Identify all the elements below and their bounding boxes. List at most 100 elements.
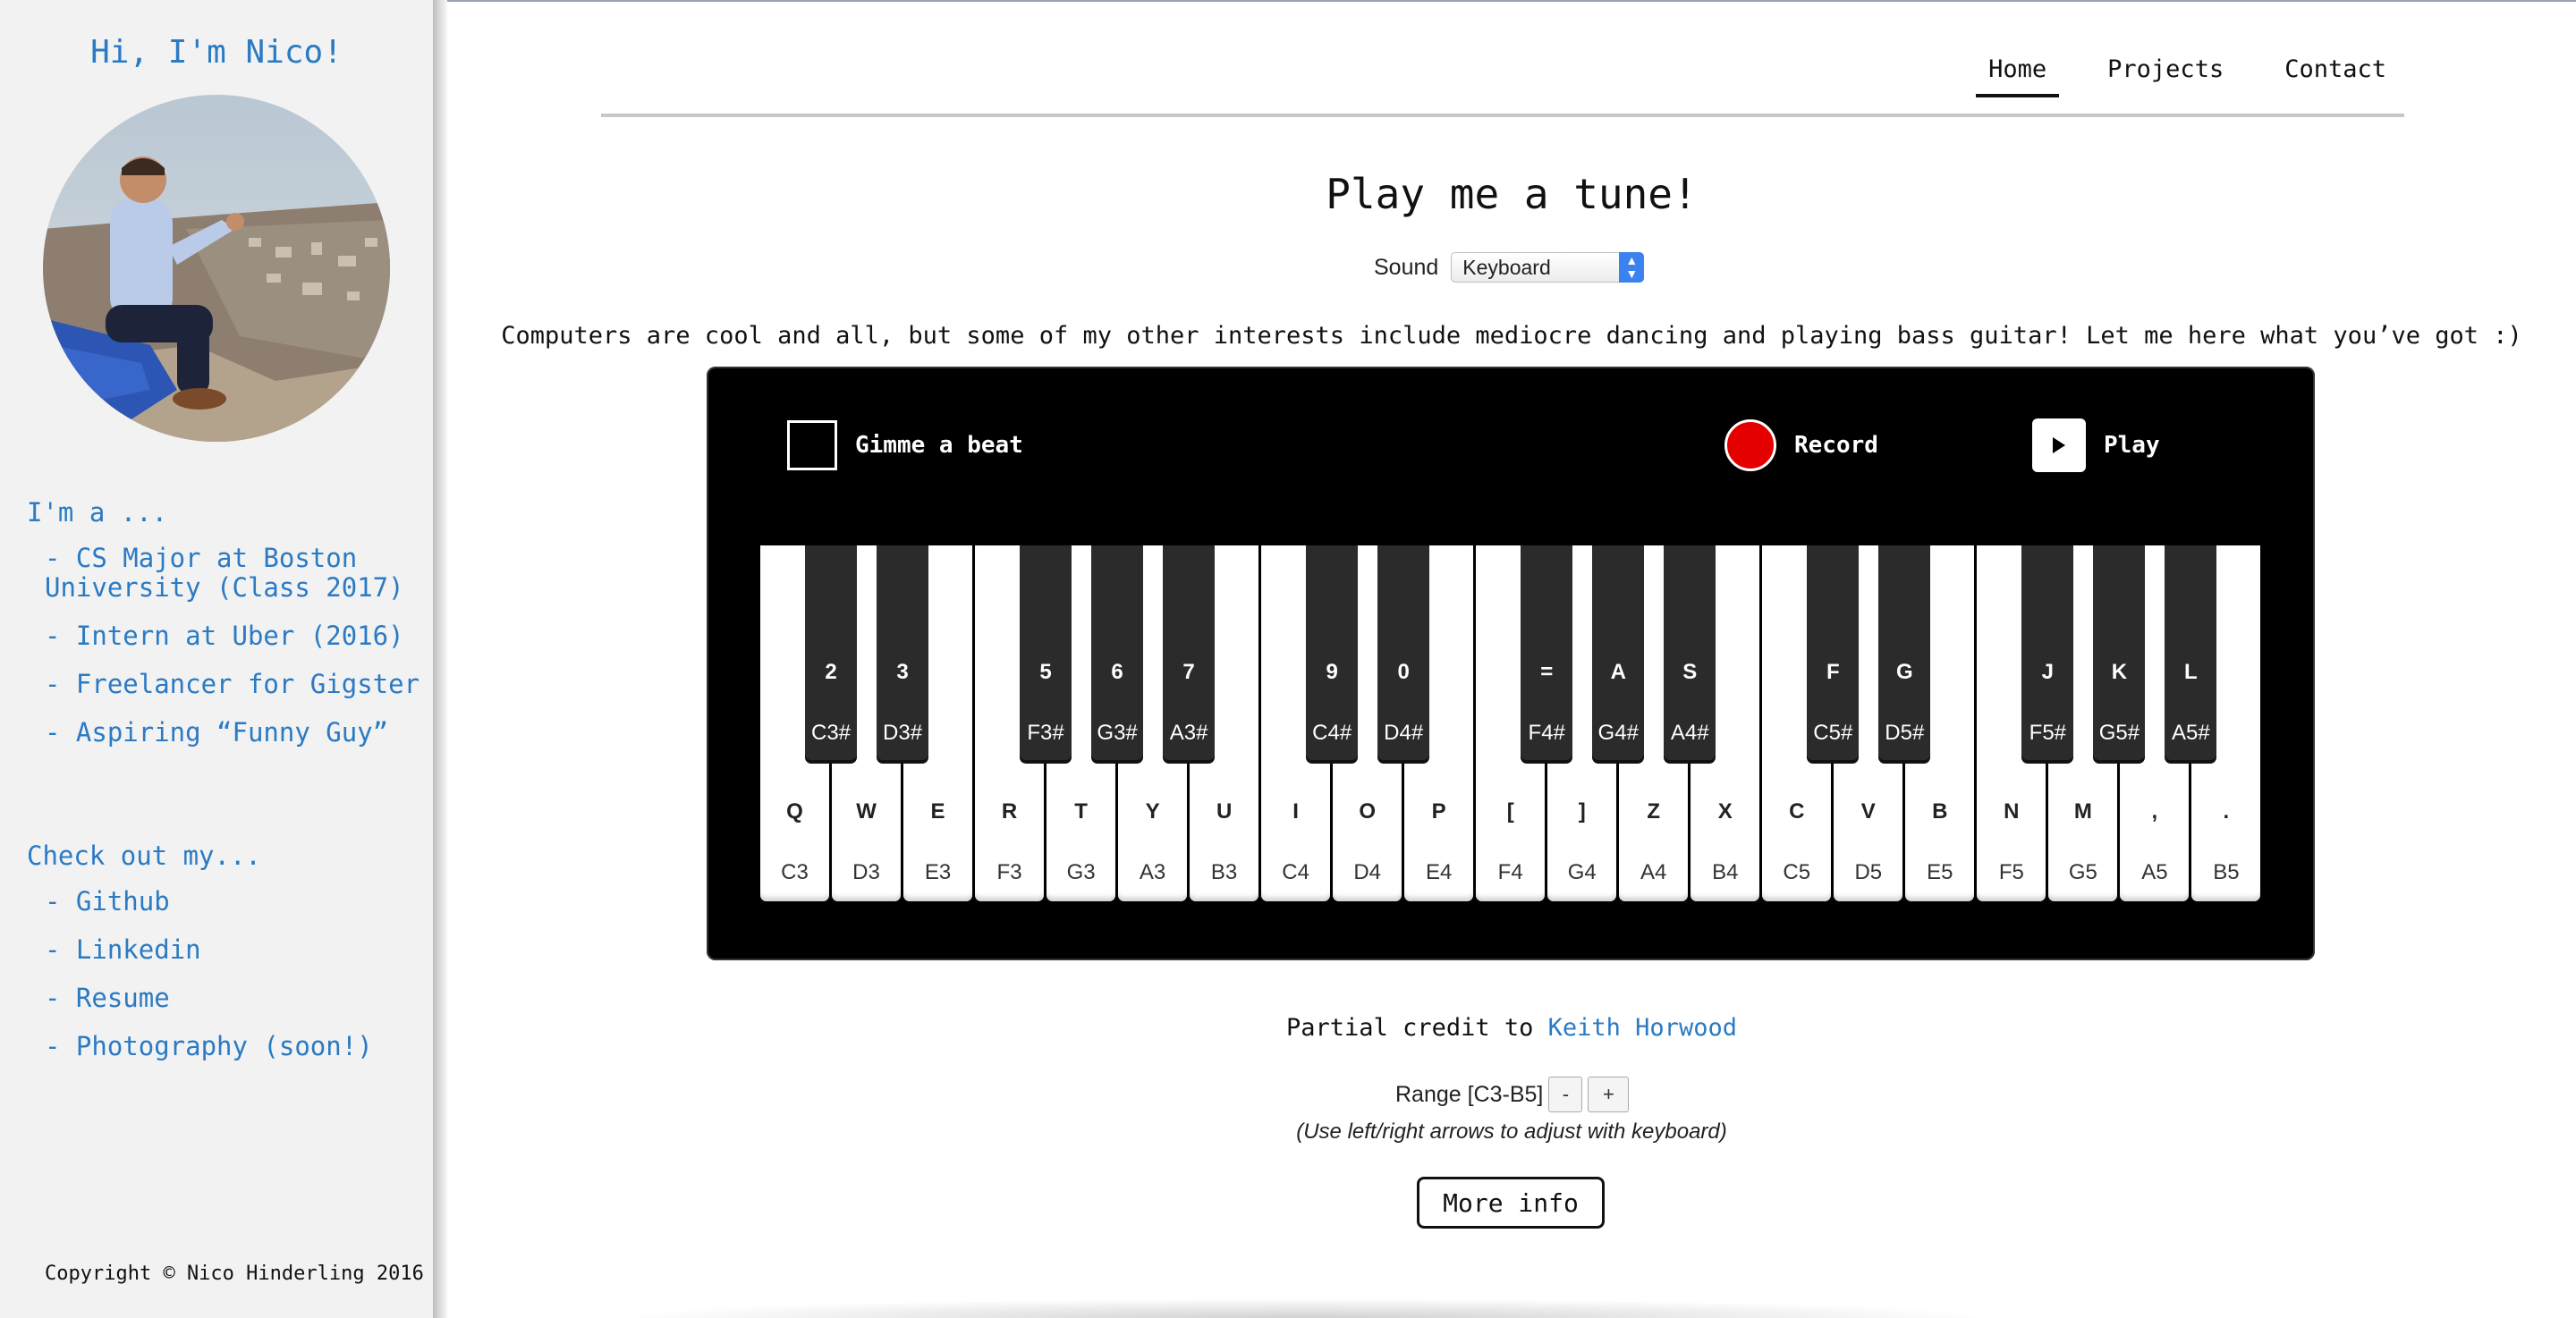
list-item: - Aspiring “Funny Guy” bbox=[45, 717, 389, 748]
play-control[interactable]: Play bbox=[2032, 418, 2160, 472]
note-label: A3# bbox=[1169, 721, 1208, 745]
piano-keyboard: Q C3 W D3 E E3 R F3 T G3 Y A3 U B3 I C4 O D4 P E4[F4] G4 Z A4 X… bbox=[760, 545, 2263, 901]
key-shortcut-label: 2 bbox=[825, 660, 837, 684]
sidebar: Hi, I'm Nico! I'm a ... - CS Major at Bo… bbox=[0, 0, 433, 1318]
black-key[interactable]: 5 F3# bbox=[1020, 545, 1072, 760]
note-label: C5 bbox=[1783, 860, 1811, 884]
key-shortcut-label: ] bbox=[1578, 799, 1586, 824]
note-label: A4# bbox=[1670, 721, 1709, 745]
black-key[interactable]: J F5# bbox=[2021, 545, 2074, 760]
more-info-button[interactable]: More info bbox=[1417, 1177, 1605, 1229]
black-key[interactable]: 0 D4# bbox=[1377, 545, 1430, 760]
beat-checkbox[interactable] bbox=[787, 420, 837, 470]
note-label: D3 bbox=[852, 860, 880, 884]
black-key[interactable]: G D5# bbox=[1878, 545, 1931, 760]
note-label: D5 bbox=[1854, 860, 1883, 884]
key-shortcut-label: C bbox=[1789, 799, 1805, 824]
key-shortcut-label: X bbox=[1717, 799, 1733, 824]
photography-link[interactable]: - Photography (soon!) bbox=[45, 1032, 420, 1061]
note-label: F5# bbox=[2029, 721, 2067, 745]
black-key[interactable]: F C5# bbox=[1807, 545, 1860, 760]
sound-row: Sound Keyboard ▲ ▼ bbox=[1374, 252, 1645, 283]
intro-text: Computers are cool and all, but some of … bbox=[501, 322, 2522, 350]
top-nav: Home Projects Contact bbox=[1976, 52, 2399, 97]
key-shortcut-label: I bbox=[1292, 799, 1299, 824]
nav-divider bbox=[601, 114, 2404, 117]
note-label: D3# bbox=[883, 721, 923, 745]
linkedin-link[interactable]: - Linkedin bbox=[45, 935, 420, 965]
piano-panel: Gimme a beat Record Play Q C3 W D3 E E3 R F3 T G3… bbox=[707, 367, 2315, 960]
range-minus-button[interactable]: - bbox=[1548, 1077, 1583, 1112]
avatar bbox=[43, 95, 390, 442]
range-plus-button[interactable]: + bbox=[1588, 1077, 1630, 1112]
note-label: C5# bbox=[1813, 721, 1853, 745]
black-key[interactable]: 3 D3# bbox=[877, 545, 929, 760]
select-arrows-icon: ▲ ▼ bbox=[1619, 252, 1645, 283]
note-label: G3 bbox=[1066, 860, 1096, 884]
key-shortcut-label: 7 bbox=[1182, 660, 1195, 684]
key-shortcut-label: Q bbox=[786, 799, 803, 824]
play-label: Play bbox=[2104, 432, 2160, 459]
black-key[interactable]: 7 A3# bbox=[1163, 545, 1216, 760]
note-label: E3 bbox=[924, 860, 952, 884]
note-label: A5 bbox=[2141, 860, 2168, 884]
nav-home[interactable]: Home bbox=[1976, 52, 2060, 97]
key-shortcut-label: A bbox=[1610, 660, 1626, 684]
note-label: E4 bbox=[1425, 860, 1453, 884]
note-label: B5 bbox=[2213, 860, 2240, 884]
record-label: Record bbox=[1794, 432, 1878, 459]
key-shortcut-label: Z bbox=[1647, 799, 1661, 824]
note-label: G4 bbox=[1567, 860, 1597, 884]
black-key[interactable]: S A4# bbox=[1664, 545, 1716, 760]
key-shortcut-label: M bbox=[2073, 799, 2092, 824]
avatar-photo bbox=[43, 95, 390, 442]
sound-select[interactable]: Keyboard ▲ ▼ bbox=[1451, 252, 1645, 283]
sound-label: Sound bbox=[1374, 254, 1439, 280]
key-shortcut-label: G bbox=[1895, 660, 1913, 684]
note-label: E5 bbox=[1927, 860, 1953, 884]
note-label: D5# bbox=[1885, 721, 1925, 745]
credit-link[interactable]: Keith Horwood bbox=[1548, 1014, 1737, 1042]
note-label: B4 bbox=[1712, 860, 1739, 884]
black-key[interactable]: A G4# bbox=[1592, 545, 1645, 760]
github-link[interactable]: - Github bbox=[45, 887, 420, 917]
check-out-list: - Github - Linkedin - Resume - Photograp… bbox=[45, 887, 420, 1080]
check-out-heading: Check out my... bbox=[27, 841, 261, 871]
key-shortcut-label: , bbox=[2151, 799, 2158, 824]
black-key[interactable]: K G5# bbox=[2093, 545, 2146, 760]
key-shortcut-label: P bbox=[1431, 799, 1446, 824]
note-label: G5 bbox=[2068, 860, 2097, 884]
black-key[interactable]: 2 C3# bbox=[805, 545, 858, 760]
resume-link[interactable]: - Resume bbox=[45, 984, 420, 1013]
black-key[interactable]: L A5# bbox=[2165, 545, 2217, 760]
play-icon[interactable] bbox=[2032, 418, 2086, 472]
key-shortcut-label: E bbox=[930, 799, 945, 824]
black-key[interactable]: 9 C4# bbox=[1306, 545, 1359, 760]
record-icon[interactable] bbox=[1724, 419, 1776, 471]
key-shortcut-label: B bbox=[1932, 799, 1948, 824]
key-shortcut-label: O bbox=[1359, 799, 1376, 824]
note-label: A3 bbox=[1139, 860, 1166, 884]
key-shortcut-label: . bbox=[2223, 799, 2230, 824]
beat-toggle[interactable]: Gimme a beat bbox=[787, 420, 1023, 470]
key-shortcut-label: V bbox=[1860, 799, 1876, 824]
range-label: Range [C3-B5] bbox=[1395, 1081, 1544, 1107]
black-key[interactable]: = F4# bbox=[1521, 545, 1573, 760]
key-shortcut-label: 9 bbox=[1326, 660, 1338, 684]
record-control[interactable]: Record bbox=[1724, 419, 1878, 471]
black-key[interactable]: 6 G3# bbox=[1091, 545, 1144, 760]
beat-label: Gimme a beat bbox=[855, 432, 1023, 459]
key-shortcut-label: 6 bbox=[1111, 660, 1123, 684]
nav-projects[interactable]: Projects bbox=[2095, 52, 2236, 97]
note-label: A5# bbox=[2172, 721, 2210, 745]
key-shortcut-label: T bbox=[1074, 799, 1088, 824]
nav-contact[interactable]: Contact bbox=[2272, 52, 2399, 97]
note-label: G5# bbox=[2098, 721, 2140, 745]
greeting-title: Hi, I'm Nico! bbox=[90, 34, 343, 71]
key-shortcut-label: N bbox=[2004, 799, 2020, 824]
note-label: C4# bbox=[1312, 721, 1352, 745]
note-label: C4 bbox=[1282, 860, 1309, 884]
note-label: F4# bbox=[1528, 721, 1565, 745]
list-item: - CS Major at Boston University (Class 2… bbox=[45, 543, 404, 603]
note-label: F5 bbox=[1998, 860, 2024, 884]
